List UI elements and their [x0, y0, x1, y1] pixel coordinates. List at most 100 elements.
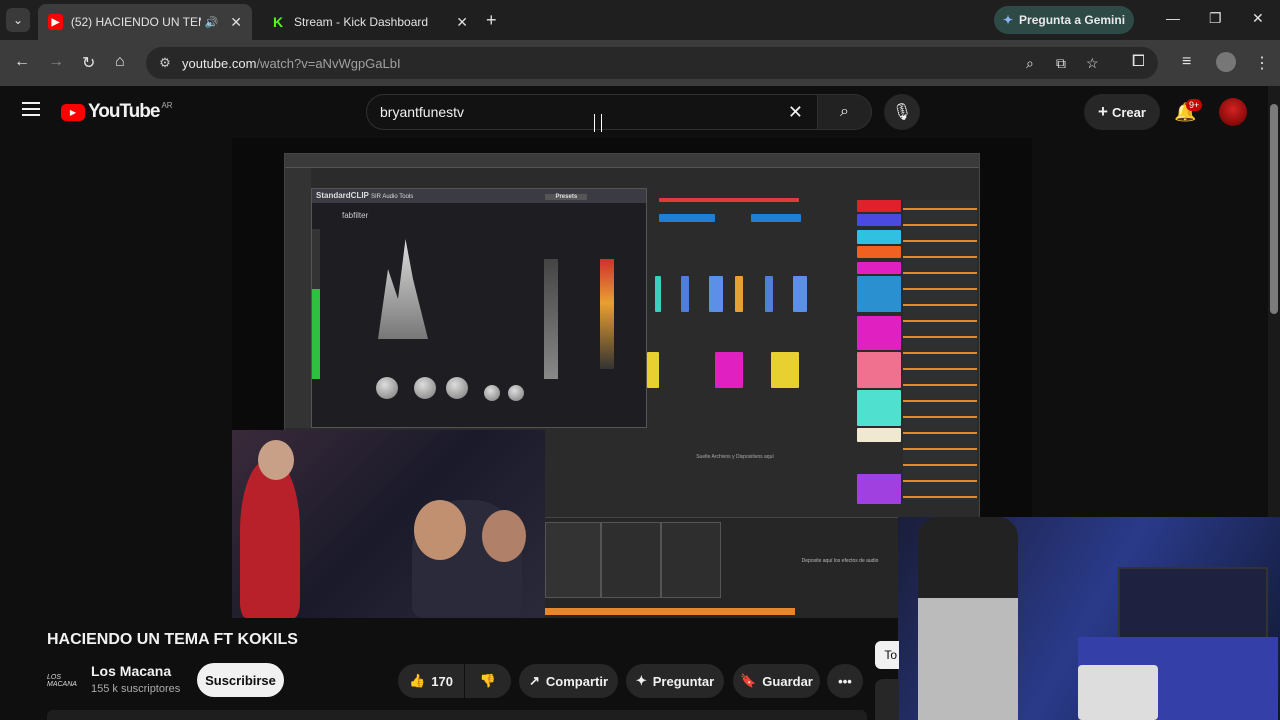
gain-meter: [544, 259, 558, 379]
restore-icon[interactable]: ❐: [1209, 10, 1222, 27]
lookahead-knob: [414, 377, 436, 399]
webcam-studio: [232, 430, 545, 618]
tab-title: Stream - Kick Dashboard: [294, 15, 429, 29]
more-dots-icon: •••: [838, 673, 852, 689]
track-header: [857, 316, 901, 350]
account-avatar[interactable]: [1219, 98, 1247, 126]
person: [918, 517, 1018, 720]
filter-chip[interactable]: To: [875, 641, 899, 669]
voice-search-button[interactable]: 🎙: [884, 94, 920, 130]
orange-progress-bar: [545, 608, 795, 615]
close-tab-icon[interactable]: ✕: [456, 14, 468, 31]
tab-search-button[interactable]: ⌄: [6, 8, 30, 32]
share-button[interactable]: ↗ Compartir: [519, 664, 618, 698]
clip: [715, 352, 743, 388]
save-button[interactable]: 🔖 Guardar: [733, 664, 820, 698]
person-head: [258, 440, 294, 480]
close-window-icon[interactable]: ✕: [1252, 10, 1264, 27]
clip: [681, 276, 689, 312]
plugin-header: StandardCLIP SIR Audio Tools Presets: [312, 189, 646, 203]
daw-transport-bar: [285, 154, 979, 168]
url-text[interactable]: youtube.com/watch?v=aNvWgpGaLbI: [182, 56, 401, 71]
clip: [735, 276, 743, 312]
ask-button[interactable]: ✦ Preguntar: [626, 664, 724, 698]
clip: [765, 276, 773, 312]
dislike-button[interactable]: 👎: [465, 664, 511, 698]
bookmark-icon: 🔖: [740, 673, 757, 688]
new-tab-icon[interactable]: +: [486, 10, 497, 31]
daw-browser-panel: [285, 168, 311, 428]
clip: [659, 198, 799, 202]
more-actions-button[interactable]: •••: [827, 664, 863, 698]
minimize-icon[interactable]: —: [1166, 10, 1180, 26]
channel-name[interactable]: Los Macana: [91, 663, 171, 679]
track-header: [857, 428, 901, 442]
clip: [655, 276, 661, 312]
create-label: Crear: [1111, 104, 1146, 120]
track-header: [857, 230, 901, 244]
gemini-button[interactable]: ✦ Pregunta a Gemini: [994, 6, 1134, 34]
search-box[interactable]: bryantfunestv ✕: [366, 94, 818, 130]
media-control-icon[interactable]: ≡: [1182, 53, 1191, 71]
url-host: youtube.com: [182, 55, 257, 71]
clip: [751, 214, 801, 222]
track-header: [857, 474, 901, 504]
menu-dots-icon[interactable]: ⋮: [1254, 53, 1270, 73]
youtube-logo[interactable]: ▶ YouTube AR: [61, 101, 173, 123]
text-cursor: [594, 114, 602, 132]
reload-icon[interactable]: ↻: [82, 53, 95, 73]
device-utility: [601, 522, 661, 598]
zoom-icon[interactable]: ⌕: [1026, 55, 1034, 72]
speaker-icon[interactable]: 🔊: [205, 16, 219, 29]
like-count: 170: [431, 673, 453, 689]
search-button[interactable]: ⌕: [818, 94, 872, 130]
back-icon[interactable]: ←: [14, 53, 30, 71]
clip: [771, 352, 799, 388]
level-meter: [312, 229, 320, 379]
recommendation-card[interactable]: [875, 679, 899, 720]
subscribe-button[interactable]: Suscribirse: [197, 663, 284, 697]
track-header: [857, 390, 901, 426]
person-head: [482, 510, 526, 562]
track-header: [857, 214, 901, 226]
address-bar[interactable]: ⚙ youtube.com/watch?v=aNvWgpGaLbI ⌕ ⧉ ☆: [146, 47, 1158, 79]
person: [240, 460, 300, 618]
thumbs-up-icon: 👍: [409, 673, 426, 688]
create-button[interactable]: + Crear: [1084, 94, 1160, 130]
site-info-icon[interactable]: ⚙: [152, 55, 178, 71]
video-title: HACIENDO UN TEMA FT KOKILS: [47, 631, 298, 648]
plugin-presets: Presets: [545, 194, 588, 200]
profile-avatar[interactable]: [1216, 52, 1236, 72]
play-logo-icon: ▶: [61, 103, 85, 121]
bookmark-star-icon[interactable]: ☆: [1086, 55, 1099, 72]
sparkle-icon: ✦: [635, 673, 647, 688]
subscriber-count: 155 k suscriptores: [91, 683, 181, 695]
microphone-icon: 🎙: [891, 104, 913, 121]
save-label: Guardar: [762, 673, 813, 689]
track-header: [857, 262, 901, 274]
close-tab-icon[interactable]: ✕: [230, 14, 242, 31]
daw-drop-hint: Suelte Archivos y Dispositivos aquí: [696, 454, 774, 460]
share-label: Compartir: [545, 673, 609, 689]
hamburger-menu-icon[interactable]: [22, 102, 40, 120]
search-input[interactable]: bryantfunestv: [380, 104, 788, 120]
extensions-icon[interactable]: ⧠: [1132, 53, 1145, 71]
output-meter: [600, 259, 614, 369]
tab-youtube[interactable]: ▶ (52) HACIENDO UN TEMA F 🔊 ✕: [38, 4, 252, 40]
tab-kick[interactable]: K Stream - Kick Dashboard ✕: [260, 4, 478, 40]
home-icon[interactable]: ⌂: [115, 53, 125, 71]
channel-avatar[interactable]: LOS MACANA: [47, 665, 79, 697]
description-box[interactable]: [47, 710, 867, 720]
like-button[interactable]: 👍 170: [398, 664, 464, 698]
browser-toolbar: ← → ↻ ⌂ ⚙ youtube.com/watch?v=aNvWgpGaLb…: [0, 40, 1280, 86]
scrollbar-thumb[interactable]: [1270, 104, 1278, 314]
youtube-header: ▶ YouTube AR bryantfunestv ✕ ⌕ 🎙 + Crear…: [0, 86, 1268, 138]
country-code: AR: [161, 101, 173, 110]
release-knob: [484, 385, 500, 401]
clear-search-icon[interactable]: ✕: [788, 102, 803, 123]
install-app-icon[interactable]: ⧉: [1056, 55, 1066, 72]
forward-icon[interactable]: →: [48, 53, 64, 71]
url-path: /watch?v=aNvWgpGaLbI: [256, 55, 401, 71]
channel-linking-knob: [508, 385, 524, 401]
clip: [647, 352, 659, 388]
